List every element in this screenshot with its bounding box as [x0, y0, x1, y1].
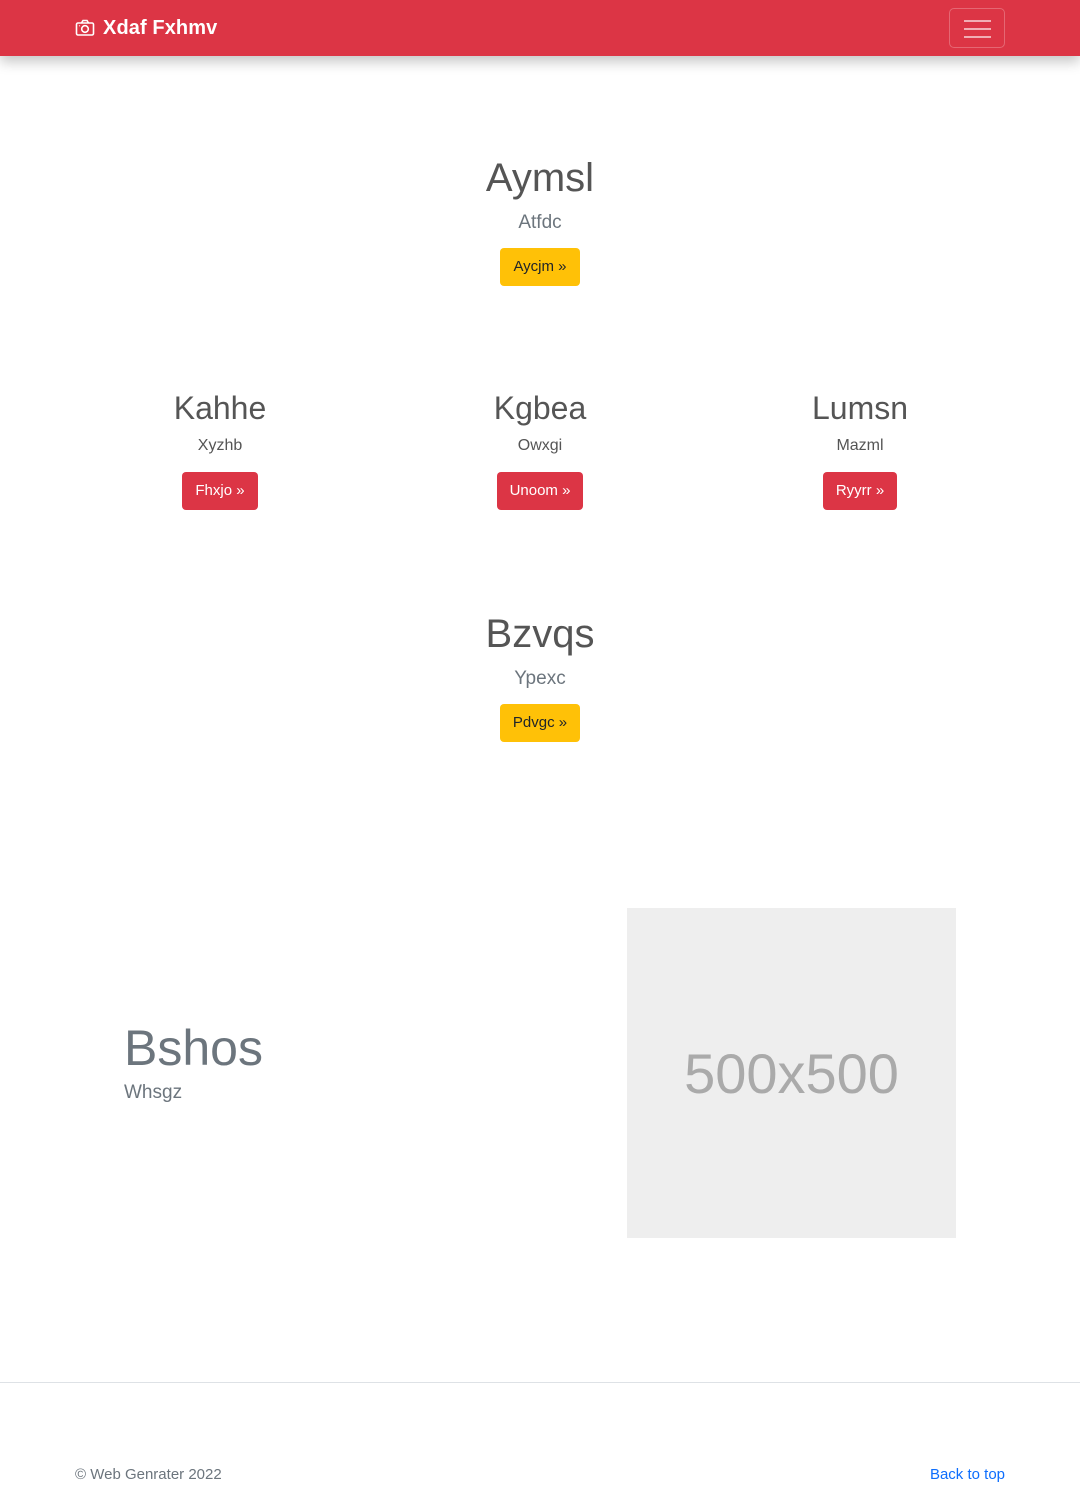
feature-column-2: Kgbea Owxgi Unoom »	[380, 389, 700, 511]
back-to-top-link[interactable]: Back to top	[930, 1466, 1005, 1483]
column-1-title: Kahhe	[173, 390, 267, 426]
hamburger-menu-icon	[964, 20, 991, 38]
hero-2-subtitle: Ypexc	[514, 668, 566, 689]
feature-title: Bshos	[124, 1020, 263, 1076]
placeholder-image-label: 500x500	[684, 1041, 899, 1105]
hero-section-1: Aymsl Atfdc Aycjm »	[0, 154, 1080, 286]
hero-1-subtitle: Atfdc	[518, 212, 562, 233]
column-2-button[interactable]: Unoom »	[496, 472, 584, 511]
column-1-button[interactable]: Fhxjo »	[182, 472, 258, 511]
column-1-text: Xyzhb	[197, 437, 243, 455]
feature-column-1: Kahhe Xyzhb Fhxjo »	[60, 389, 380, 511]
hero-section-2: Bzvqs Ypexc Pdvgc »	[0, 610, 1080, 742]
column-3-text: Mazml	[836, 437, 884, 455]
column-3-button[interactable]: Ryyrr »	[822, 472, 898, 511]
hero-2-button[interactable]: Pdvgc »	[499, 704, 581, 742]
camera-icon	[75, 19, 95, 36]
footer-divider	[0, 1382, 1080, 1383]
hero-1-title: Aymsl	[485, 156, 595, 200]
navbar: Xdaf Fxhmv	[0, 0, 1080, 56]
column-2-text: Owxgi	[517, 437, 563, 455]
feature-subtitle: Whsgz	[124, 1082, 183, 1103]
column-3-title: Lumsn	[811, 390, 909, 426]
footer-copyright: © Web Genrater 2022	[75, 1466, 222, 1483]
navbar-toggle-button[interactable]	[949, 8, 1005, 48]
placeholder-image: 500x500	[627, 908, 956, 1238]
feature-column-3: Lumsn Mazml Ryyrr »	[700, 389, 1020, 511]
hero-1-button[interactable]: Aycjm »	[500, 248, 580, 286]
column-2-title: Kgbea	[493, 390, 587, 426]
brand-link[interactable]: Xdaf Fxhmv	[75, 14, 217, 42]
brand-name: Xdaf Fxhmv	[103, 16, 218, 39]
hero-2-title: Bzvqs	[485, 612, 595, 656]
